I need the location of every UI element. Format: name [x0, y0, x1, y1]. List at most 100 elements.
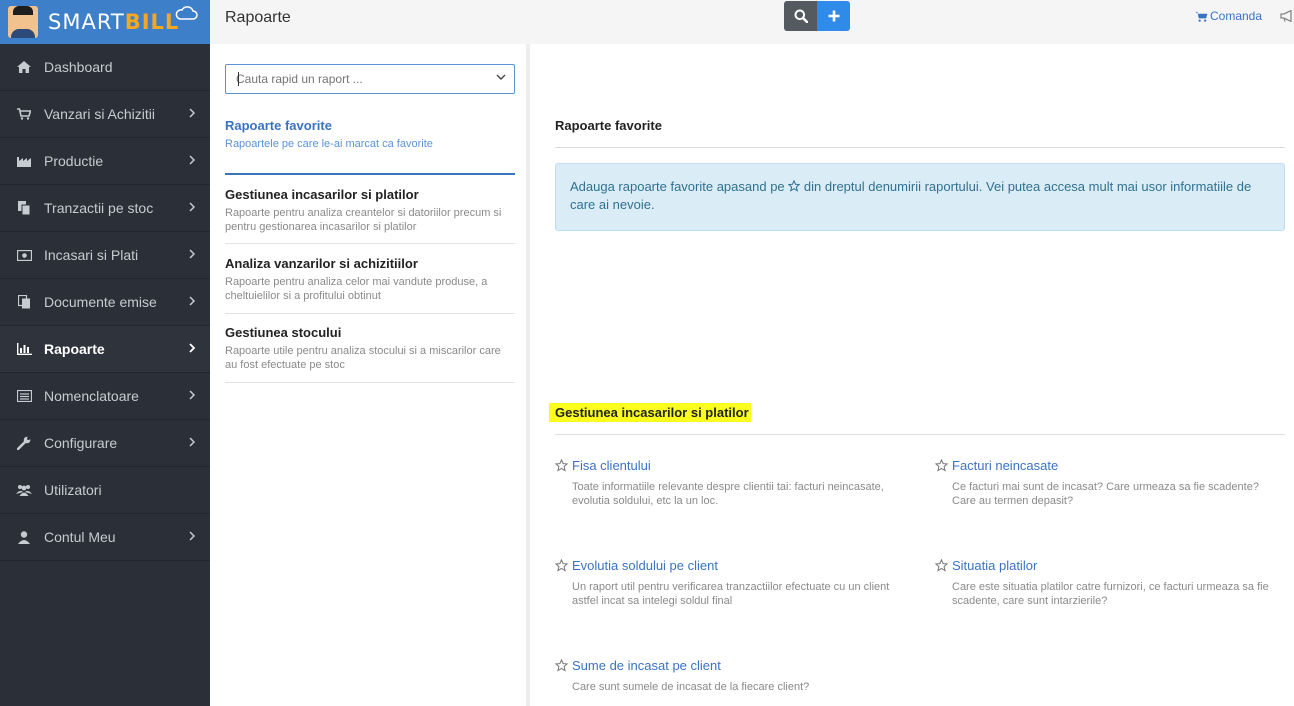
megaphone-icon[interactable]	[1280, 10, 1294, 22]
report-item[interactable]: Fisa clientului Toate informatiile relev…	[555, 458, 895, 508]
gestiunea-section-title: Gestiunea incasarilor si platilor	[549, 403, 751, 422]
sidebar-item-rapoarte[interactable]: Rapoarte	[0, 326, 210, 373]
comanda-label: Comanda	[1210, 9, 1263, 23]
sidebar-item-nomenclatoare[interactable]: Nomenclatoare	[0, 373, 210, 420]
section-divider	[555, 434, 1285, 435]
cart-icon	[1195, 11, 1208, 22]
sidebar-item-label: Incasari si Plati	[44, 247, 139, 263]
sidebar-item-incasari[interactable]: Incasari si Plati	[0, 232, 210, 279]
star-icon[interactable]	[555, 559, 568, 572]
sidebar-item-label: Configurare	[44, 435, 118, 451]
alert-text-start: Adauga rapoarte favorite apasand pe	[570, 179, 785, 194]
category-divider	[225, 243, 515, 244]
category-divider	[225, 313, 515, 314]
cloud-icon	[175, 6, 198, 20]
users-icon	[16, 483, 32, 497]
cart-icon	[16, 107, 32, 121]
top-bar: Rapoarte Comanda	[210, 0, 1294, 44]
sidebar: SMARTBILL Dashboard Vanzari si Achizitii…	[0, 0, 210, 706]
report-title-link[interactable]: Fisa clientului	[572, 458, 651, 473]
search-button[interactable]	[784, 1, 817, 31]
category-desc: Rapoarte utile pentru analiza stocului s…	[225, 345, 501, 371]
category-title: Rapoarte favorite	[225, 118, 332, 133]
category-analiza-vanzarilor[interactable]: Analiza vanzarilor si achizitiilor Rapoa…	[225, 256, 515, 303]
sidebar-item-label: Tranzactii pe stoc	[44, 200, 154, 216]
favorites-info-alert: Adauga rapoarte favorite apasand pe din …	[555, 163, 1285, 231]
report-desc: Toate informatiile relevante despre clie…	[572, 481, 884, 507]
report-title-link[interactable]: Evolutia soldului pe client	[572, 558, 718, 573]
sidebar-item-label: Dashboard	[44, 59, 113, 75]
report-desc: Ce facturi mai sunt de incasat? Care urm…	[952, 481, 1259, 507]
report-item[interactable]: Situatia platilor Care este situatia pla…	[935, 558, 1275, 608]
report-title-link[interactable]: Sume de incasat pe client	[572, 658, 721, 673]
report-item[interactable]: Sume de incasat pe client Care sunt sume…	[555, 658, 895, 694]
avatar	[8, 6, 38, 38]
sidebar-item-label: Rapoarte	[44, 341, 105, 357]
chevron-right-icon	[186, 153, 198, 167]
category-desc: Rapoarte pentru analiza creantelor si da…	[225, 207, 502, 233]
star-icon[interactable]	[555, 659, 568, 672]
report-item[interactable]: Facturi neincasate Ce facturi mai sunt d…	[935, 458, 1275, 508]
sidebar-item-dashboard[interactable]: Dashboard	[0, 44, 210, 91]
list-icon	[16, 389, 32, 403]
chevron-right-icon	[186, 388, 198, 402]
chevron-down-icon[interactable]	[496, 74, 506, 81]
report-desc: Care este situatia platilor catre furniz…	[952, 581, 1269, 607]
sidebar-item-contul-meu[interactable]: Contul Meu	[0, 514, 210, 561]
report-search-select[interactable]	[225, 64, 515, 94]
chevron-right-icon	[186, 529, 198, 543]
report-title-link[interactable]: Situatia platilor	[952, 558, 1037, 573]
sidebar-item-productie[interactable]: Productie	[0, 138, 210, 185]
star-icon[interactable]	[555, 459, 568, 472]
sidebar-item-label: Productie	[44, 153, 104, 169]
sidebar-item-vanzari[interactable]: Vanzari si Achizitii	[0, 91, 210, 138]
documents-icon	[16, 295, 32, 309]
category-gestiunea-stocului[interactable]: Gestiunea stocului Rapoarte utile pentru…	[225, 325, 515, 372]
report-title-link[interactable]: Facturi neincasate	[952, 458, 1058, 473]
chevron-right-icon	[186, 294, 198, 308]
sidebar-item-utilizatori[interactable]: Utilizatori	[0, 467, 210, 514]
sidebar-item-label: Documente emise	[44, 294, 157, 310]
sidebar-item-label: Nomenclatoare	[44, 388, 139, 404]
active-category-divider	[225, 173, 515, 175]
user-icon	[16, 530, 32, 544]
logo-bar[interactable]: SMARTBILL	[0, 0, 210, 44]
home-icon	[16, 60, 32, 74]
brand-logo: SMARTBILL	[48, 10, 180, 34]
category-title: Analiza vanzarilor si achizitiilor	[225, 256, 418, 271]
chevron-right-icon	[186, 247, 198, 261]
report-desc: Un raport util pentru verificarea tranza…	[572, 581, 890, 607]
category-title: Gestiunea incasarilor si platilor	[225, 187, 419, 202]
category-gestiunea-incasarilor[interactable]: Gestiunea incasarilor si platilor Rapoar…	[225, 187, 515, 234]
star-icon[interactable]	[935, 459, 948, 472]
report-search-input[interactable]	[226, 65, 476, 93]
sidebar-item-documente[interactable]: Documente emise	[0, 279, 210, 326]
search-icon	[794, 9, 808, 23]
chevron-right-icon	[186, 106, 198, 120]
comanda-link[interactable]: Comanda	[1195, 9, 1262, 23]
sidebar-item-configurare[interactable]: Configurare	[0, 420, 210, 467]
reports-main: Rapoarte favorite Adauga rapoarte favori…	[534, 44, 1294, 706]
plus-icon	[828, 10, 839, 22]
sidebar-item-tranzactii[interactable]: Tranzactii pe stoc	[0, 185, 210, 232]
text-cursor	[238, 72, 239, 86]
sidebar-item-label: Contul Meu	[44, 529, 116, 545]
star-icon[interactable]	[935, 559, 948, 572]
favorites-section-title: Rapoarte favorite	[555, 118, 662, 133]
category-title: Gestiunea stocului	[225, 325, 342, 340]
copy-icon	[16, 201, 32, 215]
category-desc: Rapoarte pentru analiza celor mai vandut…	[225, 276, 488, 302]
category-rapoarte-favorite[interactable]: Rapoarte favorite Rapoartele pe care le-…	[225, 118, 515, 151]
chevron-right-icon	[186, 341, 198, 355]
category-divider	[225, 382, 515, 383]
money-icon	[16, 248, 32, 262]
highlighted-section-title: Gestiunea incasarilor si platilor	[549, 403, 751, 422]
page-title: Rapoarte	[225, 9, 291, 26]
sidebar-item-label: Vanzari si Achizitii	[44, 106, 156, 122]
report-categories-panel: Rapoarte favorite Rapoartele pe care le-…	[210, 44, 530, 706]
chevron-right-icon	[186, 435, 198, 449]
category-desc: Rapoartele pe care le-ai marcat ca favor…	[225, 138, 433, 150]
add-button[interactable]	[817, 1, 850, 31]
report-desc: Care sunt sumele de incasat de la fiecar…	[572, 681, 810, 693]
report-item[interactable]: Evolutia soldului pe client Un raport ut…	[555, 558, 895, 608]
